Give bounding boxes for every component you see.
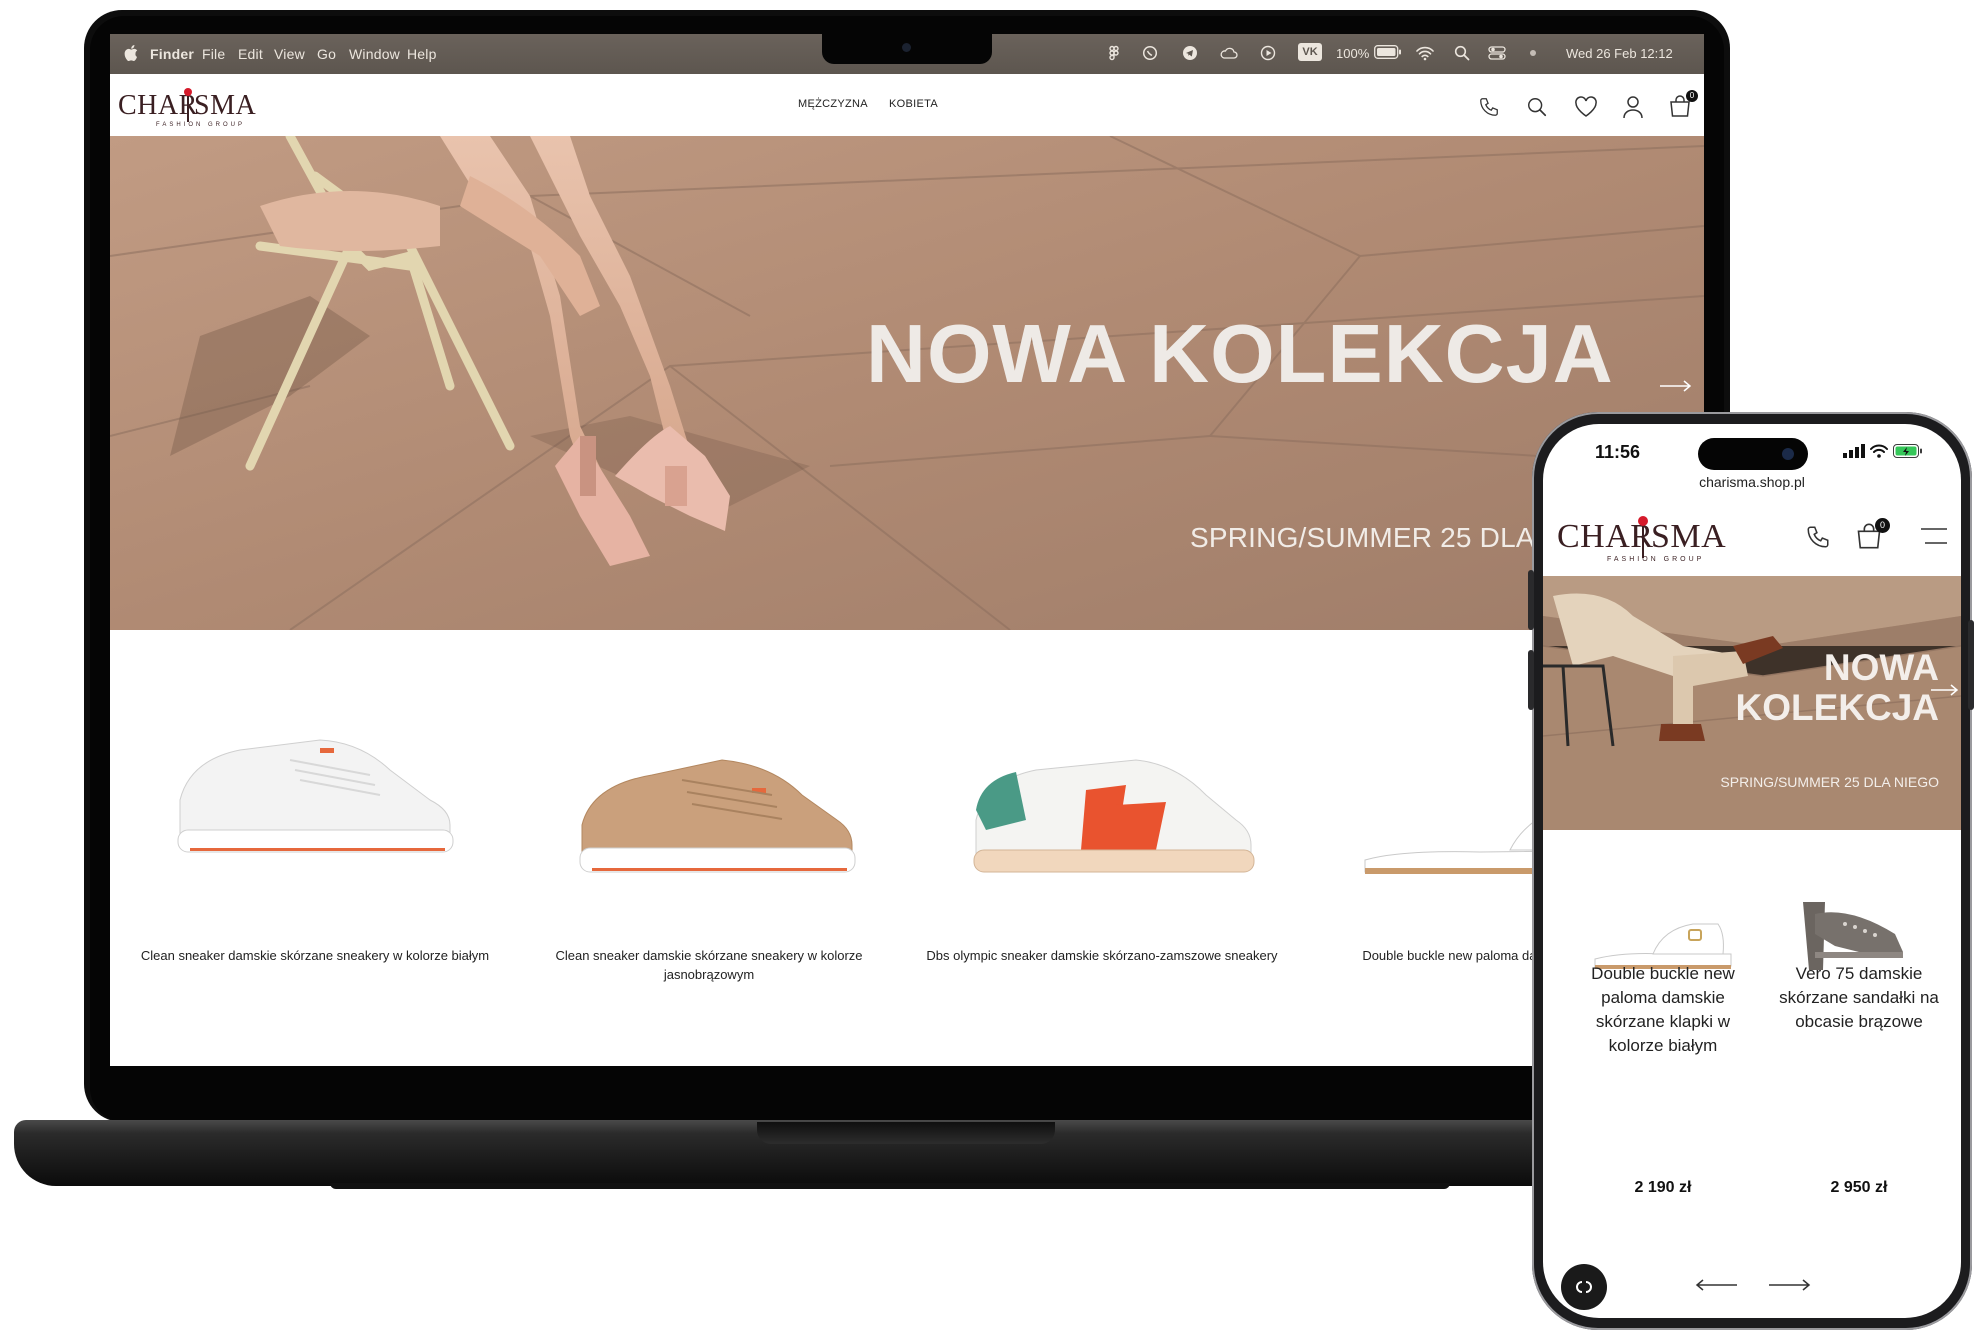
hero-title: NOWA KOLEKCJA	[866, 307, 1614, 400]
product-name[interactable]: Dbs olympic sneaker damskie skórzano-zam…	[922, 946, 1282, 965]
logo-text-right: SMA	[1651, 518, 1727, 555]
figma-icon[interactable]	[1106, 45, 1122, 61]
battery-charging-icon	[1893, 444, 1922, 458]
spotlight-search-icon[interactable]	[1454, 45, 1470, 61]
logo-red-dot	[184, 88, 192, 96]
nav-mezczyzna[interactable]: MĘŻCZYZNA	[798, 98, 868, 110]
site-logo[interactable]: CHAR SMA FASHION GROUP	[118, 84, 268, 130]
product-name[interactable]: Vero 75 damskie skórzane sandałki na obc…	[1779, 962, 1939, 1034]
mobile-site-header: CHAR SMA FASHION GROUP 0	[1543, 504, 1961, 574]
mobile-hero-next-arrow-icon[interactable]	[1931, 684, 1959, 696]
battery-percent: 100%	[1336, 46, 1370, 61]
menu-view[interactable]: View	[274, 46, 305, 62]
menubar-clock[interactable]: Wed 26 Feb 12:12	[1566, 46, 1673, 61]
control-center-icon[interactable]	[1488, 45, 1506, 61]
phone-icon[interactable]	[1805, 524, 1831, 550]
hamburger-menu-icon[interactable]	[1921, 528, 1947, 544]
hero-banner[interactable]: NOWA KOLEKCJA SPRING/SUMMER 25 DLA N	[110, 136, 1704, 630]
carousel-prev-arrow-icon[interactable]	[1695, 1279, 1737, 1291]
product-image-white-sneaker[interactable]	[170, 730, 460, 860]
logo-text-right: SMA	[194, 90, 257, 121]
heart-icon[interactable]	[1574, 96, 1598, 118]
laptop-screen: Finder File Edit View Go Window Help VK …	[110, 34, 1704, 1066]
product-price: 2 190 zł	[1634, 1179, 1692, 1196]
product-carousel: Clean sneaker damskie skórzane sneakery …	[110, 630, 1704, 1066]
logo-tagline: FASHION GROUP	[1607, 556, 1705, 563]
carousel-next-arrow-icon[interactable]	[1769, 1279, 1811, 1291]
site-header: CHAR SMA FASHION GROUP MĘŻCZYZNA KOBIETA…	[110, 74, 1704, 136]
address-bar[interactable]: charisma.shop.pl	[1543, 474, 1961, 490]
menu-finder[interactable]: Finder	[150, 46, 194, 62]
wifi-icon[interactable]	[1416, 45, 1434, 61]
phone-screen: 11:56 charisma.shop.pl CHAR SMA FASHION …	[1543, 424, 1961, 1318]
dynamic-island	[1698, 438, 1808, 470]
siri-icon[interactable]	[1528, 45, 1538, 61]
macos-menubar: Finder File Edit View Go Window Help VK …	[110, 34, 1704, 74]
phone-clock: 11:56	[1595, 442, 1641, 462]
nav-kobieta[interactable]: KOBIETA	[889, 98, 938, 110]
product-price: 2 950 zł	[1830, 1179, 1888, 1196]
menu-help[interactable]: Help	[407, 46, 437, 62]
camera-notch	[822, 34, 992, 64]
menu-file[interactable]: File	[202, 46, 225, 62]
menu-go[interactable]: Go	[317, 46, 336, 62]
cart-count-badge: 0	[1686, 90, 1698, 102]
logo-red-dot	[1638, 516, 1648, 526]
product-name[interactable]: Clean sneaker damskie skórzane sneakery …	[529, 946, 889, 984]
chat-button[interactable]	[1561, 1264, 1607, 1310]
hero-subtitle: SPRING/SUMMER 25 DLA N	[1190, 522, 1562, 553]
wifi-icon	[1870, 444, 1888, 458]
phone-icon[interactable]	[1478, 96, 1500, 118]
product-image-olympic-sneaker[interactable]	[966, 750, 1256, 880]
viber-icon[interactable]	[1142, 45, 1158, 61]
telegram-icon[interactable]	[1182, 45, 1198, 61]
laptop-hinge	[757, 1122, 1055, 1144]
cloud-icon[interactable]	[1220, 45, 1238, 61]
cellular-signal-icon	[1843, 444, 1865, 458]
menu-window[interactable]: Window	[349, 46, 400, 62]
mobile-hero-banner[interactable]: NOWA KOLEKCJA SPRING/SUMMER 25 DLA NIEGO	[1543, 576, 1961, 830]
play-icon[interactable]	[1260, 45, 1276, 61]
product-image-tan-sneaker[interactable]	[572, 750, 862, 880]
user-icon[interactable]	[1622, 95, 1644, 119]
vk-badge[interactable]: VK	[1298, 43, 1322, 61]
cart-count-badge: 0	[1875, 518, 1890, 533]
mobile-hero-title: NOWA KOLEKCJA	[1735, 647, 1939, 728]
mobile-site-logo[interactable]: CHAR SMA FASHION GROUP	[1557, 512, 1737, 564]
menu-edit[interactable]: Edit	[238, 46, 263, 62]
product-name[interactable]: Double buckle new paloma damskie skórzan…	[1583, 962, 1743, 1058]
hero-next-arrow-icon[interactable]	[1660, 380, 1692, 392]
chat-icon	[1576, 1281, 1592, 1293]
mobile-hero-subtitle: SPRING/SUMMER 25 DLA NIEGO	[1720, 774, 1939, 790]
search-icon[interactable]	[1526, 96, 1548, 118]
logo-tagline: FASHION GROUP	[156, 122, 246, 128]
product-name[interactable]: Clean sneaker damskie skórzane sneakery …	[135, 946, 495, 965]
apple-icon[interactable]	[124, 45, 138, 61]
battery-icon[interactable]	[1374, 45, 1402, 59]
